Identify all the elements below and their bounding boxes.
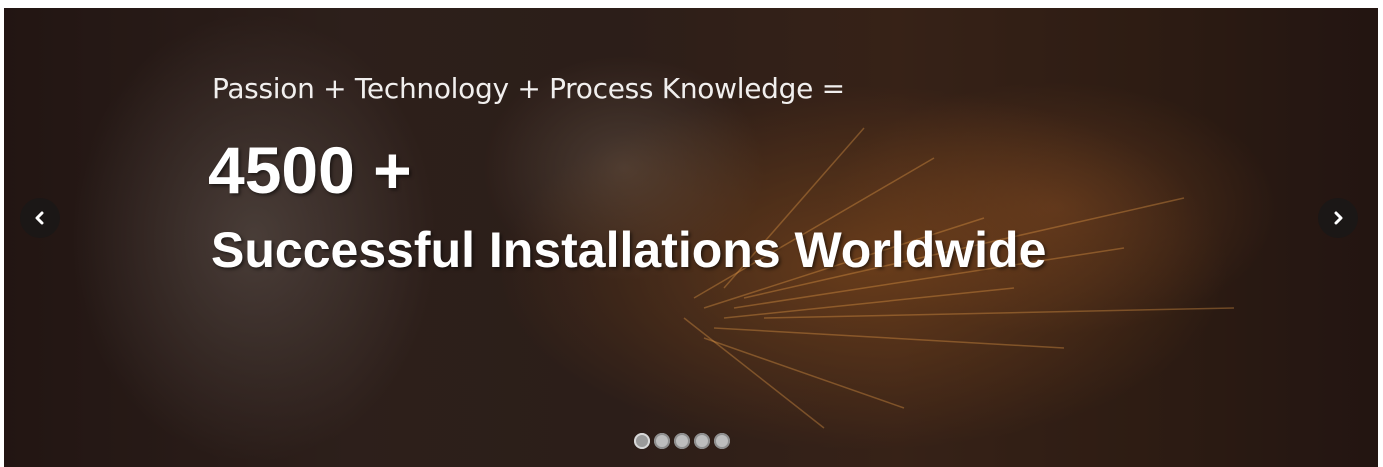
slide-subtitle: Passion + Technology + Process Knowledge… xyxy=(212,72,845,105)
slide-headline-number: 4500 + xyxy=(208,133,412,207)
slide-dot-5[interactable] xyxy=(714,433,730,449)
slide-headline-text: Successful Installations Worldwide xyxy=(211,222,1047,278)
slide-dot-3[interactable] xyxy=(674,433,690,449)
slide-pagination xyxy=(634,433,730,449)
slide-dot-2[interactable] xyxy=(654,433,670,449)
chevron-right-icon xyxy=(1331,211,1345,225)
previous-slide-button[interactable] xyxy=(20,198,60,238)
slide-dot-4[interactable] xyxy=(694,433,710,449)
next-slide-button[interactable] xyxy=(1318,198,1358,238)
hero-slider: Passion + Technology + Process Knowledge… xyxy=(4,8,1378,467)
slide-dot-1[interactable] xyxy=(634,433,650,449)
chevron-left-icon xyxy=(33,211,47,225)
